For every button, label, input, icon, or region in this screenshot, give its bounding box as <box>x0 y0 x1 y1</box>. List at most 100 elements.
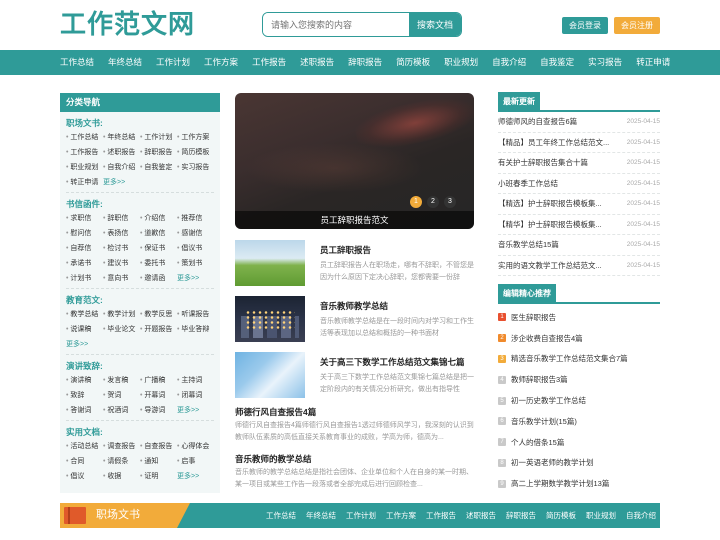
latest-item[interactable]: 有关护士辞职报告集合十篇 2025-04-15 <box>498 153 660 174</box>
sidebar-link[interactable]: 工作总结 <box>66 130 103 145</box>
sidebar-link[interactable]: 介绍信 <box>140 211 177 226</box>
sidebar-link[interactable]: 通知 <box>140 454 177 469</box>
sidebar-link[interactable]: 广播稿 <box>140 373 177 388</box>
band-link[interactable]: 年终总结 <box>306 503 336 528</box>
sidebar-link[interactable]: 毕业论文 <box>103 322 140 337</box>
band-link[interactable]: 辞职报告 <box>506 503 536 528</box>
sidebar-link[interactable]: 启事 <box>177 454 214 469</box>
nav-item[interactable]: 年终总结 <box>108 50 142 75</box>
latest-item[interactable]: 小班春季工作总结 2025-04-15 <box>498 174 660 194</box>
latest-item-title[interactable]: 有关护士辞职报告集合十篇 <box>498 153 616 173</box>
latest-item[interactable]: 音乐教学总结15篇 2025-04-15 <box>498 235 660 256</box>
sidebar-link[interactable]: 证明 <box>140 469 177 484</box>
sidebar-link[interactable]: 慰问信 <box>66 226 103 241</box>
sidebar-section-title[interactable]: 教育范文: <box>66 293 214 307</box>
nav-item[interactable]: 自我鉴定 <box>540 50 574 75</box>
sidebar-more-link[interactable]: 更多>> <box>177 403 214 418</box>
recommend-item-title[interactable]: 涉企收费自查报告4篇 <box>511 333 583 344</box>
sidebar-link[interactable]: 听课报告 <box>177 307 214 322</box>
sidebar-link[interactable]: 自查报告 <box>140 439 177 454</box>
band-link[interactable]: 工作计划 <box>346 503 376 528</box>
search-button[interactable]: 搜索文档 <box>409 13 461 36</box>
article-title[interactable]: 音乐教师的教学总结 <box>235 452 474 466</box>
latest-item[interactable]: 师德师风的自查报告6篇 2025-04-15 <box>498 112 660 133</box>
sidebar-link[interactable]: 倡议 <box>66 469 103 484</box>
latest-item[interactable]: 【精品】员工年终工作总结范文... 2025-04-15 <box>498 133 660 153</box>
sidebar-link[interactable]: 教学计划 <box>103 307 140 322</box>
sidebar-link[interactable]: 简历模板 <box>177 145 214 160</box>
sidebar-link[interactable]: 祝酒词 <box>103 403 140 418</box>
sidebar-link[interactable]: 推荐信 <box>177 211 214 226</box>
nav-item[interactable]: 实习报告 <box>588 50 622 75</box>
recommend-item[interactable]: 8 初一英语老师的教学计划 <box>498 453 660 474</box>
nav-item[interactable]: 工作方案 <box>204 50 238 75</box>
sidebar-section-title[interactable]: 演讲致辞: <box>66 359 214 373</box>
recommend-item[interactable]: 6 音乐教学计划(15篇) <box>498 411 660 432</box>
sidebar-link[interactable]: 辞职报告 <box>140 145 177 160</box>
article-title[interactable]: 关于高三下数学工作总结范文集锦七篇 <box>320 356 465 368</box>
sidebar-link[interactable]: 表扬信 <box>103 226 140 241</box>
article-title[interactable]: 音乐教师教学总结 <box>320 300 388 312</box>
sidebar-link[interactable]: 心得体会 <box>177 439 214 454</box>
sidebar-link[interactable]: 合同 <box>66 454 103 469</box>
latest-item[interactable]: 实用的语文教学工作总结范文... 2025-04-15 <box>498 256 660 276</box>
sidebar-more-link[interactable]: 更多>> <box>66 337 103 352</box>
sidebar-link[interactable]: 工作报告 <box>66 145 103 160</box>
nav-item[interactable]: 自我介绍 <box>492 50 526 75</box>
sidebar-link[interactable]: 转正申请 <box>66 175 103 190</box>
band-link[interactable]: 工作方案 <box>386 503 416 528</box>
recommend-item-title[interactable]: 音乐教学计划(15篇) <box>511 416 577 427</box>
sidebar-link[interactable]: 自荐信 <box>66 241 103 256</box>
band-link[interactable]: 述职报告 <box>466 503 496 528</box>
sidebar-link[interactable]: 主持词 <box>177 373 214 388</box>
nav-item[interactable]: 工作总结 <box>60 50 94 75</box>
sidebar-section-title[interactable]: 职场文书: <box>66 116 214 130</box>
nav-item[interactable]: 职业规划 <box>444 50 478 75</box>
sidebar-link[interactable]: 说课稿 <box>66 322 103 337</box>
sidebar-link[interactable]: 倡议书 <box>177 241 214 256</box>
search-input[interactable] <box>263 13 409 36</box>
article-title[interactable]: 师德行风自查报告4篇 <box>235 405 474 419</box>
article-thumbnail[interactable] <box>235 296 305 342</box>
band-link[interactable]: 简历模板 <box>546 503 576 528</box>
sidebar-link[interactable]: 工作计划 <box>140 130 177 145</box>
article-thumbnail[interactable] <box>235 240 305 286</box>
nav-item[interactable]: 述职报告 <box>300 50 334 75</box>
sidebar-link[interactable]: 道歉信 <box>140 226 177 241</box>
recommend-item[interactable]: 3 精选音乐教学工作总结范文集合7篇 <box>498 349 660 370</box>
sidebar-link[interactable]: 演讲稿 <box>66 373 103 388</box>
slider-page-dot[interactable]: 2 <box>427 196 439 208</box>
sidebar-link[interactable]: 致辞 <box>66 388 103 403</box>
slider-page-dot[interactable]: 1 <box>410 196 422 208</box>
sidebar-more-link[interactable]: 更多>> <box>103 175 140 190</box>
sidebar-link[interactable]: 年终总结 <box>103 130 140 145</box>
recommend-item[interactable]: 1 医生辞职报告 <box>498 307 660 328</box>
recommend-item[interactable]: 4 教师辞职报告3篇 <box>498 369 660 390</box>
band-link[interactable]: 工作总结 <box>266 503 296 528</box>
sidebar-link[interactable]: 自我鉴定 <box>140 160 177 175</box>
sidebar-link[interactable]: 职业规划 <box>66 160 103 175</box>
latest-item-title[interactable]: 【精华】护士辞职报告模板集... <box>498 215 616 235</box>
sidebar-link[interactable]: 请假条 <box>103 454 140 469</box>
register-button[interactable]: 会员注册 <box>614 17 660 34</box>
sidebar-link[interactable]: 辞职信 <box>103 211 140 226</box>
sidebar-link[interactable]: 工作方案 <box>177 130 214 145</box>
sidebar-link[interactable]: 意向书 <box>103 271 140 286</box>
sidebar-link[interactable]: 收据 <box>103 469 140 484</box>
sidebar-link[interactable]: 感谢信 <box>177 226 214 241</box>
login-button[interactable]: 会员登录 <box>562 17 608 34</box>
nav-item[interactable]: 辞职报告 <box>348 50 382 75</box>
latest-item-title[interactable]: 【精选】护士辞职报告模板集... <box>498 194 616 214</box>
sidebar-link[interactable]: 自我介绍 <box>103 160 140 175</box>
sidebar-link[interactable]: 贺词 <box>103 388 140 403</box>
latest-item-title[interactable]: 音乐教学总结15篇 <box>498 235 616 255</box>
recommend-item[interactable]: 7 个人的借条15篇 <box>498 432 660 453</box>
latest-item[interactable]: 【精华】护士辞职报告模板集... 2025-04-15 <box>498 215 660 235</box>
sidebar-link[interactable]: 邀请函 <box>140 271 177 286</box>
latest-item-title[interactable]: 【精品】员工年终工作总结范文... <box>498 133 616 153</box>
sidebar-link[interactable]: 闭幕词 <box>177 388 214 403</box>
sidebar-link[interactable]: 策划书 <box>177 256 214 271</box>
sidebar-link[interactable]: 教学总结 <box>66 307 103 322</box>
latest-item-title[interactable]: 小班春季工作总结 <box>498 174 616 194</box>
nav-item[interactable]: 工作报告 <box>252 50 286 75</box>
